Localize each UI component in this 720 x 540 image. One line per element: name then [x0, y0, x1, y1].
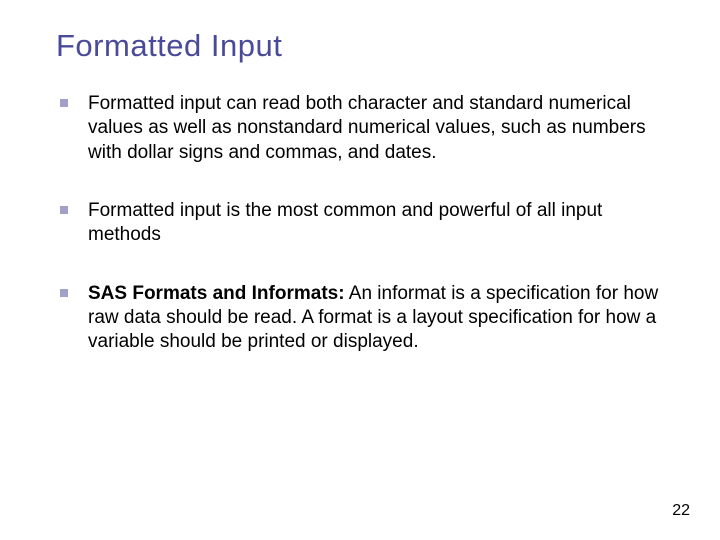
- bullet-item: Formatted input is the most common and p…: [60, 199, 670, 248]
- square-bullet-icon: [60, 99, 68, 107]
- page-number: 22: [672, 502, 690, 520]
- bullet-bold-prefix: SAS Formats and Informats:: [88, 283, 345, 304]
- square-bullet-icon: [60, 206, 68, 214]
- slide-title: Formatted Input: [56, 28, 670, 64]
- bullet-text: Formatted input can read both character …: [88, 93, 646, 163]
- bullet-list: Formatted input can read both character …: [50, 92, 670, 355]
- bullet-item: SAS Formats and Informats: An informat i…: [60, 282, 670, 355]
- bullet-item: Formatted input can read both character …: [60, 92, 670, 165]
- square-bullet-icon: [60, 289, 68, 297]
- bullet-text: Formatted input is the most common and p…: [88, 200, 602, 245]
- slide-container: Formatted Input Formatted input can read…: [0, 0, 720, 355]
